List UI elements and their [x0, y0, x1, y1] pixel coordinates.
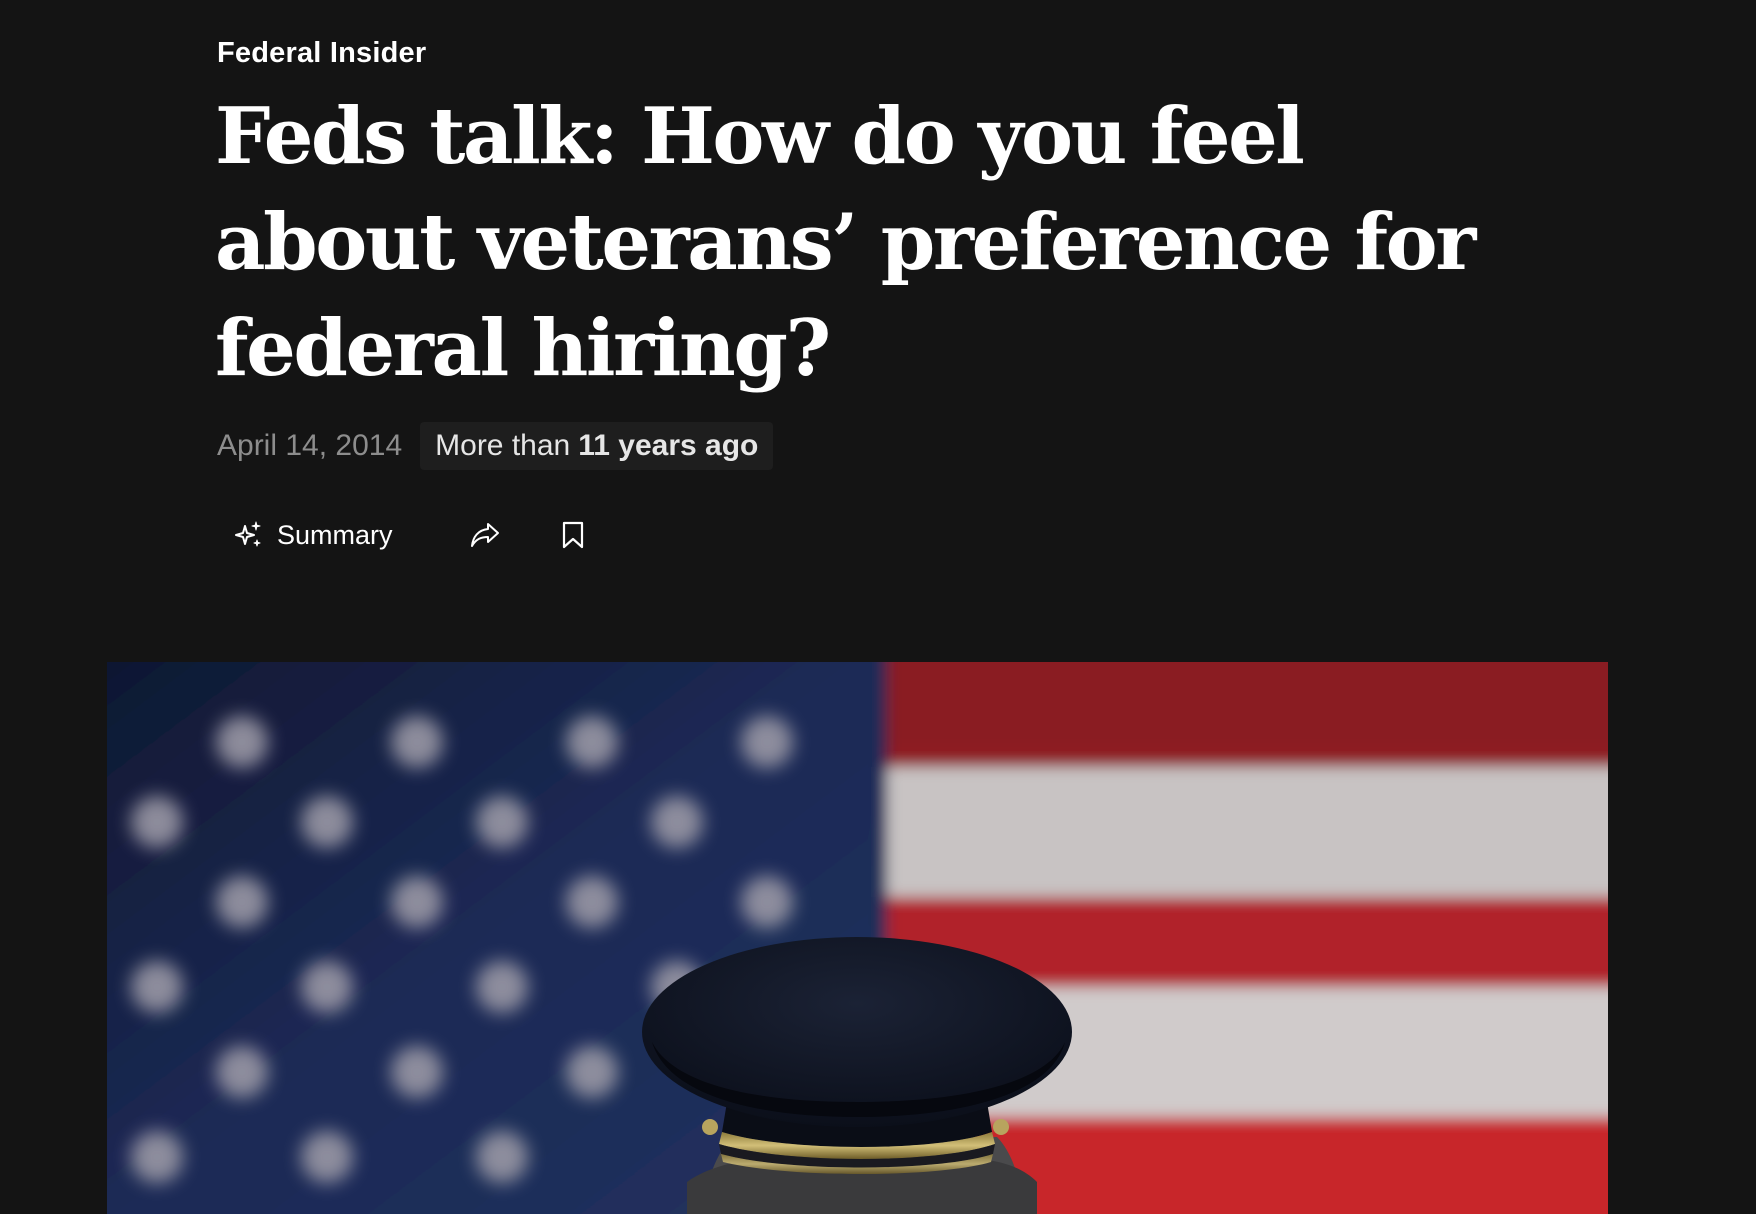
bookmark-button[interactable] — [545, 505, 601, 565]
summary-button[interactable]: Summary — [217, 505, 409, 565]
hero-image — [107, 662, 1608, 1214]
dateline: April 14, 2014 More than 11 years ago — [217, 422, 774, 470]
article-age-badge: More than 11 years ago — [420, 422, 774, 470]
share-button[interactable] — [457, 505, 513, 565]
age-value: 11 years ago — [578, 429, 759, 462]
section-label[interactable]: Federal Insider — [217, 36, 426, 70]
article-actions: Summary — [217, 505, 633, 565]
publish-date: April 14, 2014 — [217, 429, 403, 462]
sparkle-icon — [233, 520, 263, 550]
age-prefix: More than — [435, 429, 571, 462]
summary-label: Summary — [277, 519, 393, 550]
page-title: Feds talk: How do you feel about veteran… — [215, 91, 1476, 394]
bookmark-icon — [561, 520, 585, 550]
share-icon — [469, 520, 501, 550]
